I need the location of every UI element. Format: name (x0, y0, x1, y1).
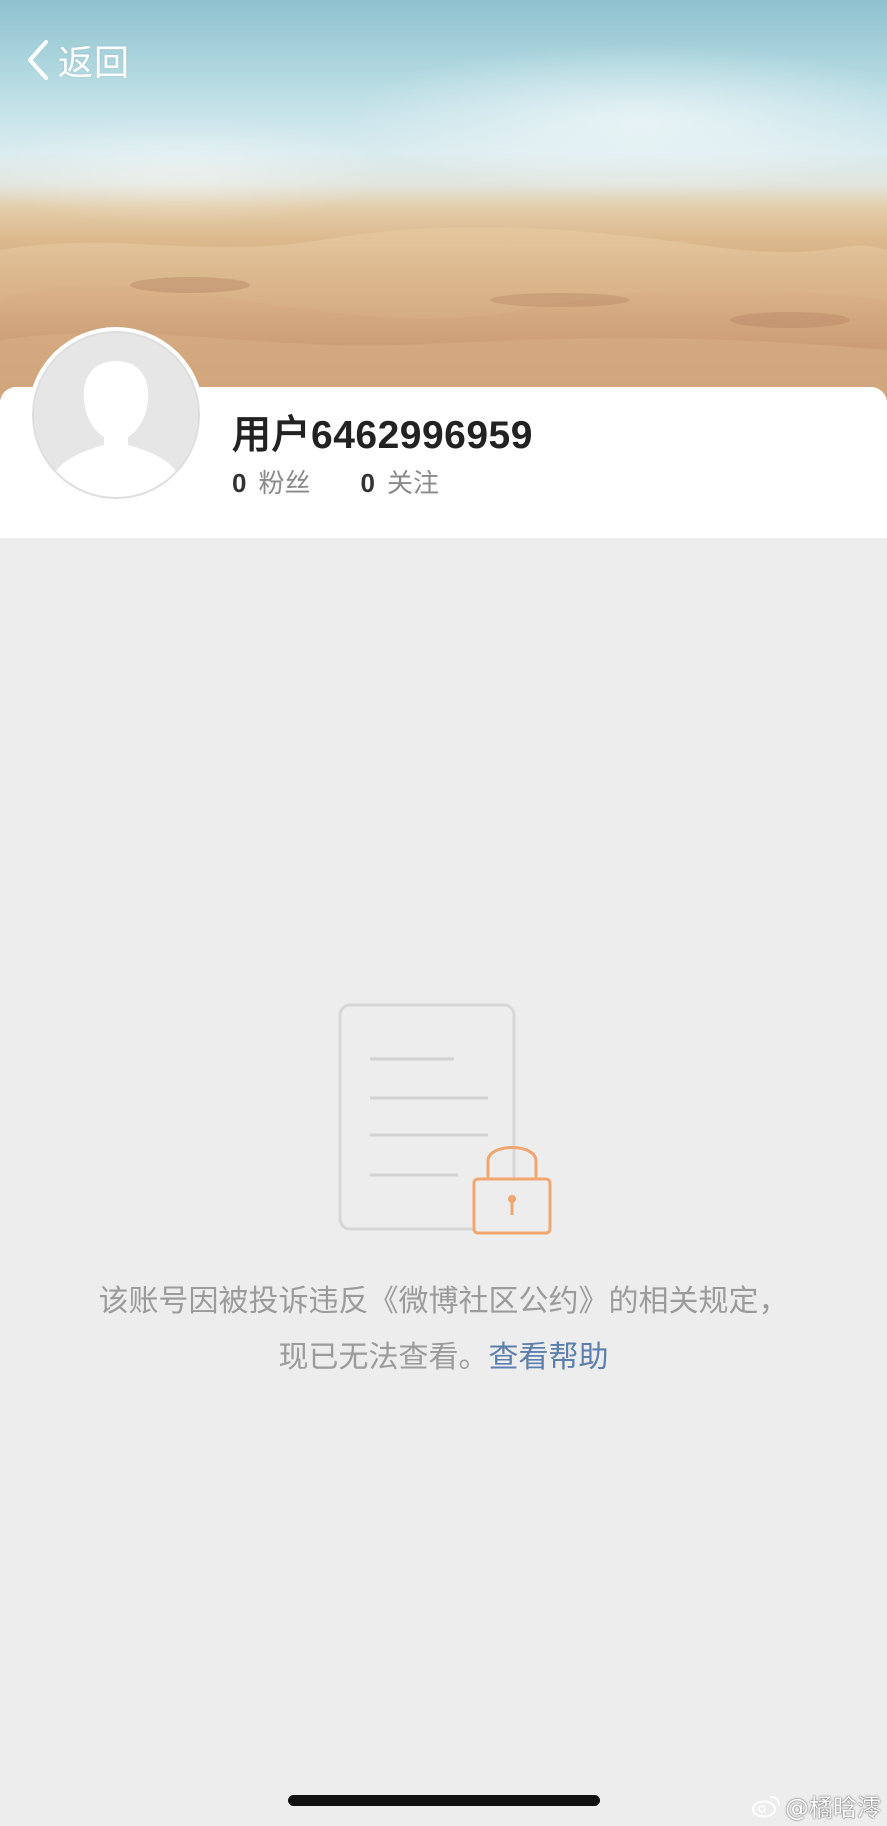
watermark-text: @橘晗澪 (785, 1794, 881, 1822)
chevron-left-icon (28, 40, 48, 80)
profile-page: 返回 用户6462996959 0 粉丝 0 关注 该账号因被投诉违反《微博社区… (0, 0, 887, 1826)
weibo-logo-icon (752, 1795, 780, 1817)
watermark: @橘晗澪 (751, 1788, 881, 1823)
help-link[interactable]: 查看帮助 (489, 1340, 609, 1375)
home-indicator[interactable] (288, 1795, 600, 1806)
notice-text: 该账号因被投诉违反《微博社区公约》的相关规定，现已无法查看。 (98, 1284, 789, 1375)
following-label: 关注 (386, 469, 439, 499)
following-count: 0 (360, 468, 375, 498)
account-blocked-notice: 该账号因被投诉违反《微博社区公约》的相关规定，现已无法查看。查看帮助 (90, 1274, 797, 1386)
back-button[interactable]: 返回 (22, 36, 130, 84)
username: 用户6462996959 (232, 414, 533, 457)
avatar[interactable] (28, 327, 204, 503)
followers-stat[interactable]: 0 粉丝 (232, 463, 310, 500)
following-stat[interactable]: 0 关注 (360, 463, 438, 500)
default-user-icon (34, 333, 198, 497)
profile-stats: 0 粉丝 0 关注 (232, 463, 489, 500)
back-label: 返回 (58, 43, 131, 84)
followers-count: 0 (232, 468, 247, 498)
followers-label: 粉丝 (258, 469, 311, 499)
locked-document-icon (338, 1003, 552, 1235)
